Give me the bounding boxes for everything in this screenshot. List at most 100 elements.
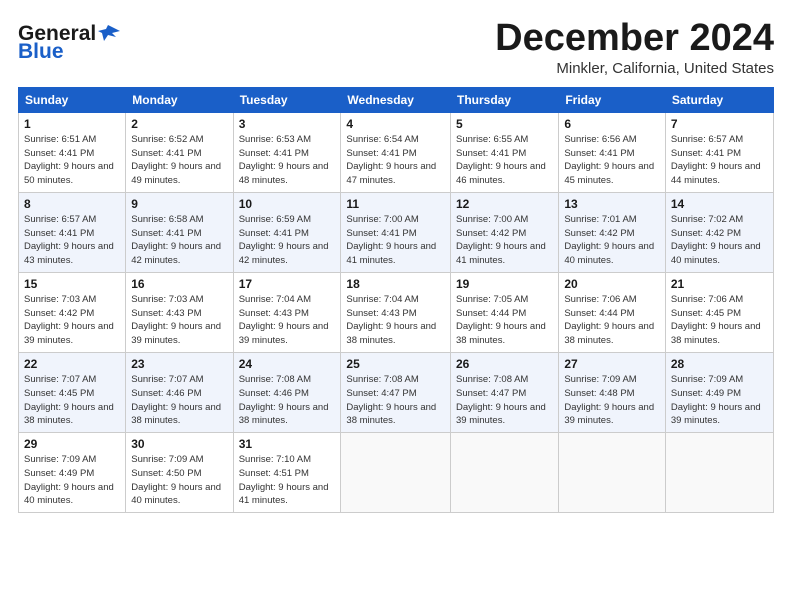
day-number: 29 bbox=[24, 437, 120, 451]
day-cell: 26Sunrise: 7:08 AMSunset: 4:47 PMDayligh… bbox=[451, 352, 559, 432]
day-number: 23 bbox=[131, 357, 227, 371]
day-number: 27 bbox=[564, 357, 660, 371]
day-info: Sunrise: 7:06 AMSunset: 4:45 PMDaylight:… bbox=[671, 293, 768, 348]
day-number: 9 bbox=[131, 197, 227, 211]
day-cell: 14 Sunrise: 7:02 AMSunset: 4:42 PMDayligh… bbox=[665, 192, 773, 272]
day-number: 16 bbox=[131, 277, 227, 291]
day-number: 19 bbox=[456, 277, 553, 291]
title-block: December 2024 Minkler, California, Unite… bbox=[495, 18, 774, 77]
day-number: 7 bbox=[671, 117, 768, 131]
day-cell: 21 Sunrise: 7:06 AMSunset: 4:45 PMDayligh… bbox=[665, 272, 773, 352]
day-number: 8 bbox=[24, 197, 120, 211]
header-cell-friday: Friday bbox=[559, 87, 666, 112]
day-cell: 13 Sunrise: 7:01 AMSunset: 4:42 PMDayligh… bbox=[559, 192, 666, 272]
day-cell: 22 Sunrise: 7:07 AMSunset: 4:45 PMDayligh… bbox=[19, 352, 126, 432]
day-info: Sunrise: 6:53 AMSunset: 4:41 PMDaylight:… bbox=[239, 133, 336, 188]
day-cell: 20 Sunrise: 7:06 AMSunset: 4:44 PMDayligh… bbox=[559, 272, 666, 352]
day-info: Sunrise: 7:08 AMSunset: 4:46 PMDaylight:… bbox=[239, 373, 336, 428]
day-number: 17 bbox=[239, 277, 336, 291]
day-number: 10 bbox=[239, 197, 336, 211]
day-cell: 7 Sunrise: 6:57 AMSunset: 4:41 PMDaylight… bbox=[665, 112, 773, 192]
main-title: December 2024 bbox=[495, 18, 774, 60]
header-cell-sunday: Sunday bbox=[19, 87, 126, 112]
day-number: 5 bbox=[456, 117, 553, 131]
day-number: 24 bbox=[239, 357, 336, 371]
day-info: Sunrise: 6:52 AMSunset: 4:41 PMDaylight:… bbox=[131, 133, 227, 188]
day-info: Sunrise: 7:04 AMSunset: 4:43 PMDaylight:… bbox=[239, 293, 336, 348]
day-cell bbox=[559, 433, 666, 513]
header-cell-thursday: Thursday bbox=[451, 87, 559, 112]
day-number: 30 bbox=[131, 437, 227, 451]
header-cell-tuesday: Tuesday bbox=[233, 87, 341, 112]
day-info: Sunrise: 7:10 AMSunset: 4:51 PMDaylight:… bbox=[239, 453, 336, 508]
day-info: Sunrise: 7:09 AMSunset: 4:50 PMDaylight:… bbox=[131, 453, 227, 508]
day-cell: 27 Sunrise: 7:09 AMSunset: 4:48 PMDayligh… bbox=[559, 352, 666, 432]
day-info: Sunrise: 6:59 AMSunset: 4:41 PMDaylight:… bbox=[239, 213, 336, 268]
week-row-5: 29Sunrise: 7:09 AMSunset: 4:49 PMDayligh… bbox=[19, 433, 774, 513]
day-number: 25 bbox=[346, 357, 445, 371]
header-cell-monday: Monday bbox=[126, 87, 233, 112]
day-info: Sunrise: 7:04 AMSunset: 4:43 PMDaylight:… bbox=[346, 293, 445, 348]
logo-blue: Blue bbox=[18, 40, 64, 64]
day-info: Sunrise: 7:02 AMSunset: 4:42 PMDaylight:… bbox=[671, 213, 768, 268]
header-row: SundayMondayTuesdayWednesdayThursdayFrid… bbox=[19, 87, 774, 112]
day-info: Sunrise: 7:08 AMSunset: 4:47 PMDaylight:… bbox=[456, 373, 553, 428]
week-row-3: 15Sunrise: 7:03 AMSunset: 4:42 PMDayligh… bbox=[19, 272, 774, 352]
day-number: 1 bbox=[24, 117, 120, 131]
day-number: 15 bbox=[24, 277, 120, 291]
day-info: Sunrise: 6:57 AMSunset: 4:41 PMDaylight:… bbox=[671, 133, 768, 188]
day-info: Sunrise: 7:07 AMSunset: 4:45 PMDaylight:… bbox=[24, 373, 120, 428]
header-cell-saturday: Saturday bbox=[665, 87, 773, 112]
day-cell: 10 Sunrise: 6:59 AMSunset: 4:41 PMDayligh… bbox=[233, 192, 341, 272]
week-row-1: 1 Sunrise: 6:51 AMSunset: 4:41 PMDaylight… bbox=[19, 112, 774, 192]
day-cell: 16 Sunrise: 7:03 AMSunset: 4:43 PMDayligh… bbox=[126, 272, 233, 352]
day-info: Sunrise: 7:08 AMSunset: 4:47 PMDaylight:… bbox=[346, 373, 445, 428]
day-info: Sunrise: 7:07 AMSunset: 4:46 PMDaylight:… bbox=[131, 373, 227, 428]
logo-bird-icon bbox=[98, 23, 120, 45]
week-row-2: 8 Sunrise: 6:57 AMSunset: 4:41 PMDaylight… bbox=[19, 192, 774, 272]
day-cell: 29Sunrise: 7:09 AMSunset: 4:49 PMDayligh… bbox=[19, 433, 126, 513]
day-cell: 2 Sunrise: 6:52 AMSunset: 4:41 PMDaylight… bbox=[126, 112, 233, 192]
day-info: Sunrise: 6:51 AMSunset: 4:41 PMDaylight:… bbox=[24, 133, 120, 188]
day-number: 22 bbox=[24, 357, 120, 371]
day-cell: 8 Sunrise: 6:57 AMSunset: 4:41 PMDaylight… bbox=[19, 192, 126, 272]
day-info: Sunrise: 7:00 AMSunset: 4:41 PMDaylight:… bbox=[346, 213, 445, 268]
day-cell: 17 Sunrise: 7:04 AMSunset: 4:43 PMDayligh… bbox=[233, 272, 341, 352]
header-cell-wednesday: Wednesday bbox=[341, 87, 451, 112]
day-cell: 6Sunrise: 6:56 AMSunset: 4:41 PMDaylight… bbox=[559, 112, 666, 192]
day-cell: 12 Sunrise: 7:00 AMSunset: 4:42 PMDayligh… bbox=[451, 192, 559, 272]
day-info: Sunrise: 7:03 AMSunset: 4:43 PMDaylight:… bbox=[131, 293, 227, 348]
day-cell: 4 Sunrise: 6:54 AMSunset: 4:41 PMDaylight… bbox=[341, 112, 451, 192]
day-number: 13 bbox=[564, 197, 660, 211]
day-cell: 18Sunrise: 7:04 AMSunset: 4:43 PMDayligh… bbox=[341, 272, 451, 352]
day-info: Sunrise: 6:58 AMSunset: 4:41 PMDaylight:… bbox=[131, 213, 227, 268]
day-number: 28 bbox=[671, 357, 768, 371]
day-cell bbox=[665, 433, 773, 513]
day-cell: 1 Sunrise: 6:51 AMSunset: 4:41 PMDaylight… bbox=[19, 112, 126, 192]
day-info: Sunrise: 6:54 AMSunset: 4:41 PMDaylight:… bbox=[346, 133, 445, 188]
day-cell: 24 Sunrise: 7:08 AMSunset: 4:46 PMDayligh… bbox=[233, 352, 341, 432]
day-cell: 30 Sunrise: 7:09 AMSunset: 4:50 PMDayligh… bbox=[126, 433, 233, 513]
day-info: Sunrise: 7:09 AMSunset: 4:49 PMDaylight:… bbox=[671, 373, 768, 428]
day-cell: 15Sunrise: 7:03 AMSunset: 4:42 PMDayligh… bbox=[19, 272, 126, 352]
day-number: 12 bbox=[456, 197, 553, 211]
day-cell: 11Sunrise: 7:00 AMSunset: 4:41 PMDayligh… bbox=[341, 192, 451, 272]
day-info: Sunrise: 7:06 AMSunset: 4:44 PMDaylight:… bbox=[564, 293, 660, 348]
logo: General Blue bbox=[18, 22, 120, 64]
page: General Blue December 2024 Minkler, Cali… bbox=[0, 0, 792, 612]
calendar-table: SundayMondayTuesdayWednesdayThursdayFrid… bbox=[18, 87, 774, 513]
day-cell: 3Sunrise: 6:53 AMSunset: 4:41 PMDaylight… bbox=[233, 112, 341, 192]
day-info: Sunrise: 7:01 AMSunset: 4:42 PMDaylight:… bbox=[564, 213, 660, 268]
day-cell: 25 Sunrise: 7:08 AMSunset: 4:47 PMDayligh… bbox=[341, 352, 451, 432]
day-info: Sunrise: 7:00 AMSunset: 4:42 PMDaylight:… bbox=[456, 213, 553, 268]
day-number: 21 bbox=[671, 277, 768, 291]
day-number: 2 bbox=[131, 117, 227, 131]
day-info: Sunrise: 7:09 AMSunset: 4:48 PMDaylight:… bbox=[564, 373, 660, 428]
day-cell: 28 Sunrise: 7:09 AMSunset: 4:49 PMDayligh… bbox=[665, 352, 773, 432]
day-cell: 19Sunrise: 7:05 AMSunset: 4:44 PMDayligh… bbox=[451, 272, 559, 352]
day-cell bbox=[341, 433, 451, 513]
day-number: 20 bbox=[564, 277, 660, 291]
day-info: Sunrise: 6:57 AMSunset: 4:41 PMDaylight:… bbox=[24, 213, 120, 268]
day-number: 14 bbox=[671, 197, 768, 211]
day-number: 4 bbox=[346, 117, 445, 131]
